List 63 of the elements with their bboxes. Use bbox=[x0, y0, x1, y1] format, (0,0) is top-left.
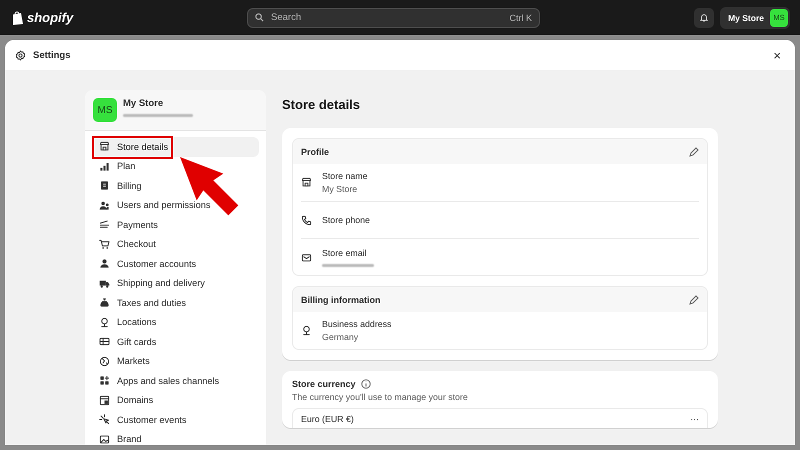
field-value: Germany bbox=[322, 332, 360, 342]
sidebar-item[interactable]: Gift cards bbox=[92, 332, 259, 352]
search-input[interactable]: Search bbox=[269, 11, 504, 24]
search-field[interactable]: Search Ctrl K bbox=[247, 8, 540, 28]
more-actions-button[interactable]: ··· bbox=[690, 414, 699, 428]
shopping-bag-logo-icon bbox=[12, 10, 24, 24]
phone-icon bbox=[301, 214, 312, 226]
card-icon bbox=[99, 219, 110, 230]
bell-icon bbox=[700, 12, 708, 23]
field-label: Business address bbox=[322, 319, 392, 329]
sidebar-item[interactable]: Apps and sales channels bbox=[92, 371, 259, 390]
window-title: Settings bbox=[33, 50, 70, 60]
store-avatar: MS bbox=[93, 98, 117, 122]
cart-icon bbox=[99, 238, 110, 250]
sidebar-item[interactable]: Shipping and delivery bbox=[92, 274, 259, 293]
receipt-icon bbox=[99, 180, 110, 192]
settings-icon bbox=[15, 50, 26, 60]
field-label: Store phone bbox=[322, 215, 370, 225]
users-icon bbox=[99, 200, 110, 211]
field-label: Store email bbox=[322, 248, 368, 258]
close-button[interactable]: × bbox=[771, 48, 783, 62]
sidebar-item[interactable]: Domains bbox=[92, 390, 259, 410]
page-title: Store details bbox=[282, 97, 362, 112]
section-title: Store currency bbox=[292, 379, 356, 389]
logo-text: shopify bbox=[27, 10, 74, 25]
storefront-icon bbox=[99, 141, 110, 152]
money-bag-icon bbox=[99, 297, 110, 308]
storefront-icon bbox=[301, 177, 312, 188]
info-icon[interactable] bbox=[360, 379, 371, 389]
search-icon bbox=[255, 13, 264, 22]
pencil-icon[interactable] bbox=[689, 146, 699, 156]
envelope-icon bbox=[301, 252, 312, 262]
field-label: Store name bbox=[322, 171, 368, 181]
section-title: Billing information bbox=[301, 294, 380, 304]
sidebar-item[interactable]: Customer events bbox=[92, 410, 259, 430]
sidebar-item[interactable]: Users and permissions bbox=[92, 196, 259, 215]
sidebar-item[interactable]: Payments bbox=[92, 215, 259, 234]
pencil-icon[interactable] bbox=[689, 294, 699, 304]
notifications-button[interactable] bbox=[694, 8, 714, 28]
gift-card-icon bbox=[99, 336, 110, 348]
redacted-url bbox=[123, 114, 193, 117]
picture-icon bbox=[99, 434, 110, 445]
browser-window-icon bbox=[99, 394, 110, 406]
store-name: My Store bbox=[123, 98, 164, 109]
section-title: Profile bbox=[301, 146, 330, 156]
location-pin-icon bbox=[301, 325, 312, 336]
sidebar-item[interactable]: Checkout bbox=[92, 234, 259, 254]
sidebar-item[interactable]: Customer accounts bbox=[92, 254, 259, 274]
location-pin-icon bbox=[99, 316, 110, 328]
currency-field[interactable]: Euro (EUR €) ··· bbox=[292, 408, 708, 428]
bar-chart-icon bbox=[99, 160, 110, 172]
person-icon bbox=[99, 258, 110, 270]
section-description: The currency you'll use to manage your store bbox=[292, 392, 469, 402]
shortcut-hint: Ctrl K bbox=[510, 12, 532, 22]
sidebar-item[interactable]: Markets bbox=[92, 352, 259, 371]
sidebar-item[interactable]: Billing bbox=[92, 176, 259, 196]
sidebar-item[interactable]: Locations bbox=[92, 312, 259, 332]
sidebar-item[interactable]: Brand bbox=[92, 430, 259, 445]
field-value: My Store bbox=[322, 184, 358, 194]
sidebar-item[interactable]: Taxes and duties bbox=[92, 293, 259, 312]
sidebar-item[interactable]: Store details bbox=[92, 137, 259, 156]
apps-icon bbox=[99, 375, 110, 386]
sidebar-item[interactable]: Plan bbox=[92, 156, 259, 176]
